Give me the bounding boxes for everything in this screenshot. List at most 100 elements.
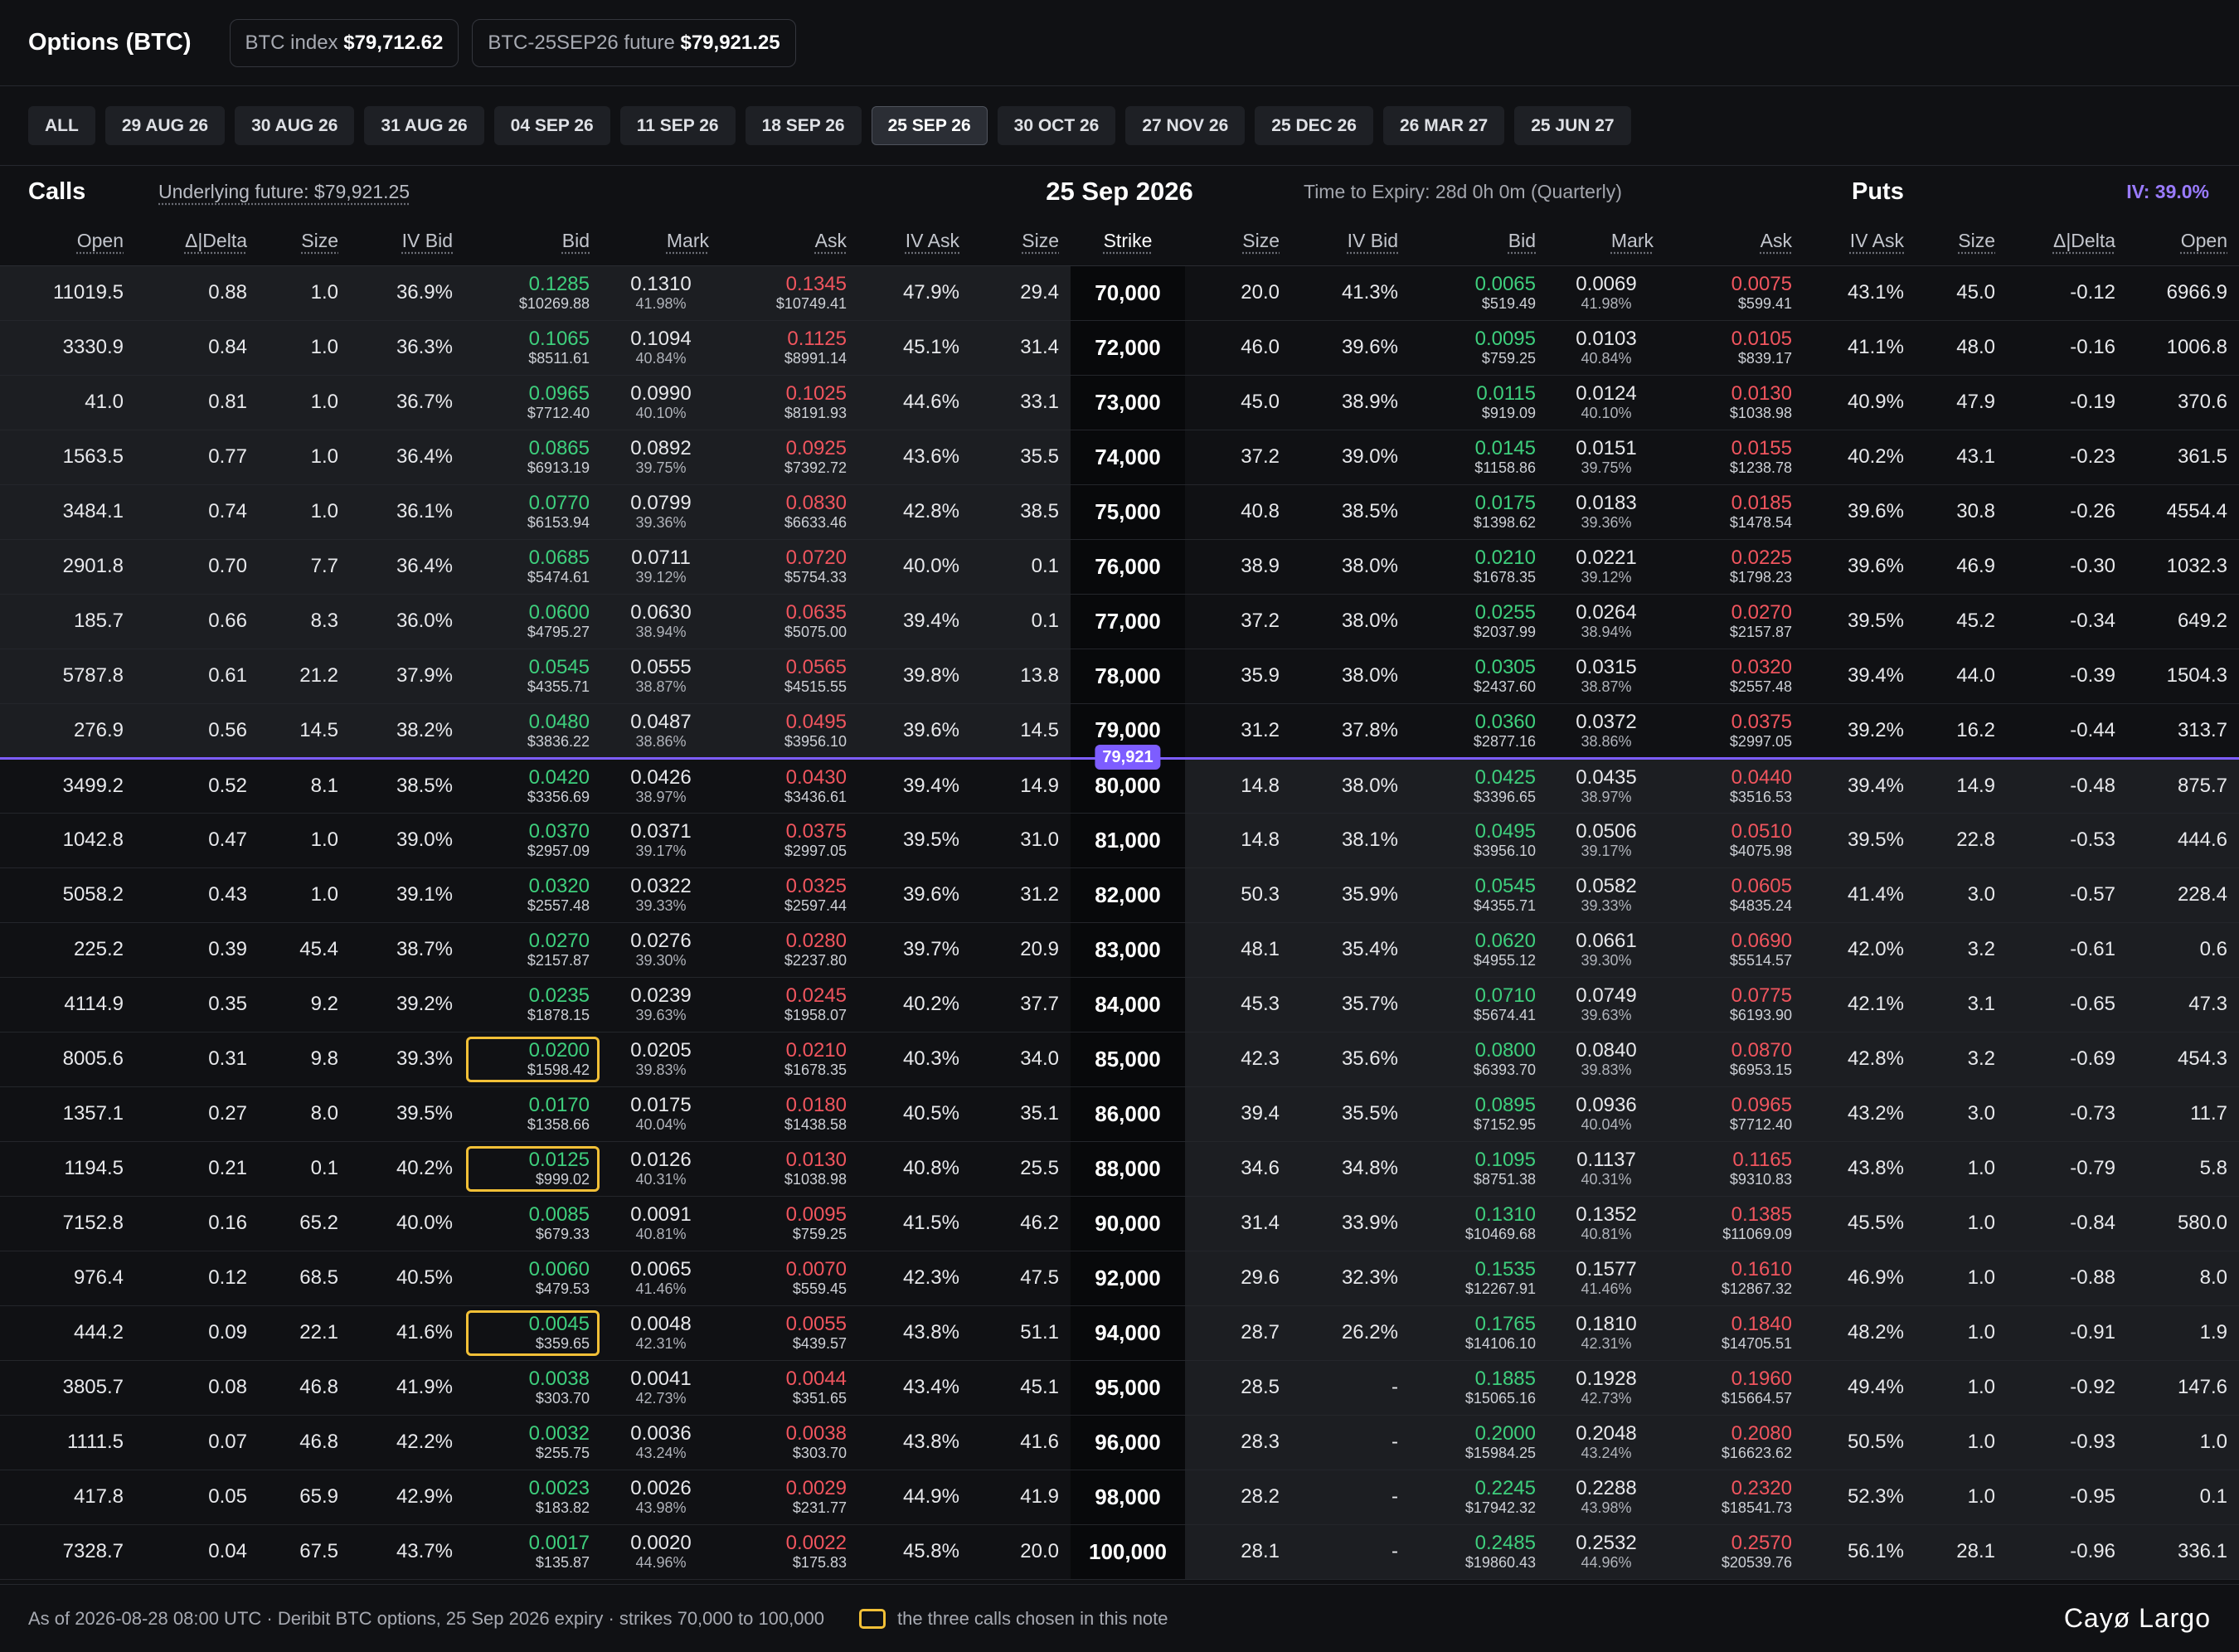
tab-expiry[interactable]: ALL bbox=[28, 106, 95, 145]
put-bid[interactable]: 0.1310 $10469.68 bbox=[1410, 1196, 1547, 1251]
put-bid[interactable]: 0.0305 $2437.60 bbox=[1410, 649, 1547, 704]
call-ask[interactable]: 0.0070 $559.45 bbox=[721, 1251, 858, 1306]
put-bid[interactable]: 0.0495 $3956.10 bbox=[1410, 813, 1547, 868]
calls-column-header[interactable]: Mark bbox=[601, 217, 721, 266]
call-ask[interactable]: 0.0210 $1678.35 bbox=[721, 1032, 858, 1087]
put-bid[interactable]: 0.2245 $17942.32 bbox=[1410, 1470, 1547, 1525]
table-row[interactable]: 3484.1 0.74 1.0 36.1% 0.0770 $6153.94 0.0799 39… bbox=[0, 484, 2239, 540]
table-row[interactable]: 1357.1 0.27 8.0 39.5% 0.0170 $1358.66 0.0175 40… bbox=[0, 1086, 2239, 1142]
put-bid[interactable]: 0.0255 $2037.99 bbox=[1410, 594, 1547, 649]
table-row[interactable]: 11019.5 0.88 1.0 36.9% 0.1285 $10269.88 0.1310… bbox=[0, 265, 2239, 321]
put-ask[interactable]: 0.0130 $1038.98 bbox=[1665, 375, 1804, 430]
table-row[interactable]: 1111.5 0.07 46.8 42.2% 0.0032 $255.75 0.0036 43… bbox=[0, 1415, 2239, 1470]
call-bid[interactable]: 0.0600 $4795.27 bbox=[464, 594, 601, 649]
call-bid[interactable]: 0.0865 $6913.19 bbox=[464, 430, 601, 485]
puts-column-header[interactable]: IV Ask bbox=[1804, 217, 1916, 266]
table-row[interactable]: 1194.5 0.21 0.1 40.2% 0.0125 $999.02 0.0126 40.… bbox=[0, 1141, 2239, 1197]
put-bid[interactable]: 0.1535 $12267.91 bbox=[1410, 1251, 1547, 1306]
call-bid[interactable]: 0.0320 $2557.48 bbox=[464, 867, 601, 923]
call-bid[interactable]: 0.0420 $3356.69 bbox=[464, 756, 601, 814]
put-ask[interactable]: 0.0690 $5514.57 bbox=[1665, 922, 1804, 978]
puts-column-header[interactable]: Size bbox=[1916, 217, 2007, 266]
put-ask[interactable]: 0.0605 $4835.24 bbox=[1665, 867, 1804, 923]
table-row[interactable]: 3499.2 0.52 8.1 38.5% 0.0420 $3356.69 0.0426 38… bbox=[0, 744, 2239, 814]
put-bid[interactable]: 0.0210 $1678.35 bbox=[1410, 539, 1547, 595]
put-bid[interactable]: 0.0800 $6393.70 bbox=[1410, 1032, 1547, 1087]
put-ask[interactable]: 0.0440 $3516.53 bbox=[1665, 756, 1804, 814]
put-ask[interactable]: 0.0965 $7712.40 bbox=[1665, 1086, 1804, 1142]
tab-expiry[interactable]: 25 SEP 26 bbox=[871, 106, 988, 145]
call-ask[interactable]: 0.0044 $351.65 bbox=[721, 1360, 858, 1416]
put-ask[interactable]: 0.2570 $20539.76 bbox=[1665, 1524, 1804, 1580]
call-bid[interactable]: 0.0023 $183.82 bbox=[464, 1470, 601, 1525]
call-bid[interactable]: 0.0270 $2157.87 bbox=[464, 922, 601, 978]
call-bid[interactable]: 0.0017 $135.87 bbox=[464, 1524, 601, 1580]
table-row[interactable]: 185.7 0.66 8.3 36.0% 0.0600 $4795.27 0.0630 38.… bbox=[0, 594, 2239, 649]
put-bid[interactable]: 0.0895 $7152.95 bbox=[1410, 1086, 1547, 1142]
call-ask[interactable]: 0.0565 $4515.55 bbox=[721, 649, 858, 704]
put-ask[interactable]: 0.2320 $18541.73 bbox=[1665, 1470, 1804, 1525]
call-ask[interactable]: 0.0325 $2597.44 bbox=[721, 867, 858, 923]
call-bid[interactable]: 0.0965 $7712.40 bbox=[464, 375, 601, 430]
table-row[interactable]: 41.0 0.81 1.0 36.7% 0.0965 $7712.40 0.0990 40.1… bbox=[0, 375, 2239, 430]
table-row[interactable]: 225.2 0.39 45.4 38.7% 0.0270 $2157.87 0.0276 39… bbox=[0, 922, 2239, 978]
call-ask[interactable]: 0.0830 $6633.46 bbox=[721, 484, 858, 540]
table-row[interactable]: 7328.7 0.04 67.5 43.7% 0.0017 $135.87 0.0020 44… bbox=[0, 1524, 2239, 1580]
call-ask[interactable]: 0.0430 $3436.61 bbox=[721, 756, 858, 814]
put-bid[interactable]: 0.0710 $5674.41 bbox=[1410, 977, 1547, 1032]
call-ask[interactable]: 0.0245 $1958.07 bbox=[721, 977, 858, 1032]
calls-column-header[interactable]: Ask bbox=[721, 217, 858, 266]
put-ask[interactable]: 0.1840 $14705.51 bbox=[1665, 1305, 1804, 1361]
puts-column-header[interactable]: Δ|Delta bbox=[2007, 217, 2127, 266]
call-bid[interactable]: 0.1065 $8511.61 bbox=[464, 320, 601, 376]
table-row[interactable]: 3330.9 0.84 1.0 36.3% 0.1065 $8511.61 0.1094 40… bbox=[0, 320, 2239, 376]
tab-expiry[interactable]: 31 AUG 26 bbox=[364, 106, 484, 145]
call-ask[interactable]: 0.0280 $2237.80 bbox=[721, 922, 858, 978]
put-ask[interactable]: 0.0375 $2997.05 bbox=[1665, 703, 1804, 759]
call-ask[interactable]: 0.1025 $8191.93 bbox=[721, 375, 858, 430]
put-ask[interactable]: 0.1385 $11069.09 bbox=[1665, 1196, 1804, 1251]
call-ask[interactable]: 0.1345 $10749.41 bbox=[721, 265, 858, 321]
tab-expiry[interactable]: 11 SEP 26 bbox=[619, 106, 736, 145]
call-ask[interactable]: 0.0720 $5754.33 bbox=[721, 539, 858, 595]
table-row[interactable]: 444.2 0.09 22.1 41.6% 0.0045 $359.65 0.0048 42.… bbox=[0, 1305, 2239, 1361]
put-ask[interactable]: 0.0155 $1238.78 bbox=[1665, 430, 1804, 485]
table-row[interactable]: 976.4 0.12 68.5 40.5% 0.0060 $479.53 0.0065 41.… bbox=[0, 1251, 2239, 1306]
puts-column-header[interactable]: IV Bid bbox=[1291, 217, 1410, 266]
put-ask[interactable]: 0.0225 $1798.23 bbox=[1665, 539, 1804, 595]
call-ask[interactable]: 0.0375 $2997.05 bbox=[721, 813, 858, 868]
call-ask[interactable]: 0.1125 $8991.14 bbox=[721, 320, 858, 376]
calls-column-header[interactable]: Size bbox=[259, 217, 350, 266]
tab-expiry[interactable]: 25 JUN 27 bbox=[1514, 106, 1631, 145]
table-row[interactable]: 3805.7 0.08 46.8 41.9% 0.0038 $303.70 0.0041 42… bbox=[0, 1360, 2239, 1416]
table-row[interactable]: 4114.9 0.35 9.2 39.2% 0.0235 $1878.15 0.0239 39… bbox=[0, 977, 2239, 1032]
table-row[interactable]: 1563.5 0.77 1.0 36.4% 0.0865 $6913.19 0.0892 39… bbox=[0, 430, 2239, 485]
put-ask[interactable]: 0.1165 $9310.83 bbox=[1665, 1141, 1804, 1197]
table-row[interactable]: 8005.6 0.31 9.8 39.3% 0.0200 $1598.42 0.0205 39… bbox=[0, 1032, 2239, 1087]
table-row[interactable]: 7152.8 0.16 65.2 40.0% 0.0085 $679.33 0.0091 40… bbox=[0, 1196, 2239, 1251]
put-ask[interactable]: 0.0270 $2157.87 bbox=[1665, 594, 1804, 649]
put-bid[interactable]: 0.0175 $1398.62 bbox=[1410, 484, 1547, 540]
put-bid[interactable]: 0.1095 $8751.38 bbox=[1410, 1141, 1547, 1197]
call-ask[interactable]: 0.0022 $175.83 bbox=[721, 1524, 858, 1580]
table-row[interactable]: 2901.8 0.70 7.7 36.4% 0.0685 $5474.61 0.0711 39… bbox=[0, 539, 2239, 595]
call-bid[interactable]: 0.0770 $6153.94 bbox=[464, 484, 601, 540]
call-ask[interactable]: 0.0055 $439.57 bbox=[721, 1305, 858, 1361]
calls-column-header[interactable]: Size bbox=[971, 217, 1071, 266]
put-bid[interactable]: 0.0065 $519.49 bbox=[1410, 265, 1547, 321]
tab-expiry[interactable]: 26 MAR 27 bbox=[1383, 106, 1505, 145]
put-ask[interactable]: 0.0320 $2557.48 bbox=[1665, 649, 1804, 704]
table-row[interactable]: 417.8 0.05 65.9 42.9% 0.0023 $183.82 0.0026 43.… bbox=[0, 1470, 2239, 1525]
call-bid[interactable]: 0.0045 $359.65 bbox=[464, 1305, 601, 1361]
call-ask[interactable]: 0.0095 $759.25 bbox=[721, 1196, 858, 1251]
call-bid[interactable]: 0.0235 $1878.15 bbox=[464, 977, 601, 1032]
call-ask[interactable]: 0.0925 $7392.72 bbox=[721, 430, 858, 485]
put-bid[interactable]: 0.0620 $4955.12 bbox=[1410, 922, 1547, 978]
tab-expiry[interactable]: 27 NOV 26 bbox=[1125, 106, 1246, 145]
put-ask[interactable]: 0.0185 $1478.54 bbox=[1665, 484, 1804, 540]
call-bid[interactable]: 0.0545 $4355.71 bbox=[464, 649, 601, 704]
call-bid[interactable]: 0.1285 $10269.88 bbox=[464, 265, 601, 321]
put-bid[interactable]: 0.2485 $19860.43 bbox=[1410, 1524, 1547, 1580]
put-bid[interactable]: 0.0425 $3396.65 bbox=[1410, 756, 1547, 814]
put-ask[interactable]: 0.0075 $599.41 bbox=[1665, 265, 1804, 321]
